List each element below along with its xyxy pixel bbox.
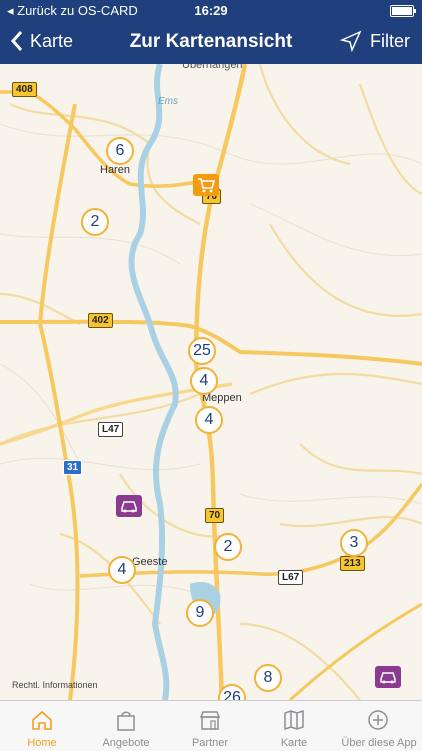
map-view[interactable]: Überhängen Haren Meppen Geeste Ems 408 7… bbox=[0, 64, 422, 700]
map-cluster[interactable]: 6 bbox=[106, 137, 134, 165]
store-icon bbox=[199, 711, 221, 730]
road-sign: 31 bbox=[63, 460, 83, 475]
map-cluster[interactable]: 2 bbox=[81, 208, 109, 236]
road-sign: L47 bbox=[98, 422, 124, 437]
tab-karte[interactable]: Karte bbox=[252, 701, 336, 751]
tab-home[interactable]: Home bbox=[0, 701, 84, 751]
filter-button[interactable]: Filter bbox=[340, 30, 410, 52]
map-cluster[interactable]: 3 bbox=[340, 529, 368, 557]
car-icon[interactable] bbox=[116, 495, 142, 517]
map-cluster[interactable]: 8 bbox=[254, 664, 282, 692]
tab-label: Angebote bbox=[102, 737, 150, 749]
place-label-uebersichtlich: Überhängen bbox=[182, 64, 243, 71]
place-label-haren: Haren bbox=[100, 164, 130, 176]
car-icon[interactable] bbox=[375, 666, 401, 688]
shopping-cart-icon[interactable] bbox=[193, 174, 219, 196]
status-bar: ◂ Zurück zu OS-CARD 16:29 bbox=[0, 0, 422, 22]
tab-label: Partner bbox=[191, 737, 229, 749]
tab-partner[interactable]: Partner bbox=[168, 701, 252, 751]
map-cluster[interactable]: 4 bbox=[108, 556, 136, 584]
navigation-bar: Karte Zur Kartenansicht Filter bbox=[0, 22, 422, 64]
tab-bar: Home Angebote Partner Karte Über diese A… bbox=[0, 700, 422, 751]
road-sign: 70 bbox=[205, 508, 225, 523]
place-label-geeste: Geeste bbox=[132, 556, 168, 568]
status-time: 16:29 bbox=[194, 3, 228, 18]
tab-angebote[interactable]: Angebote bbox=[84, 701, 168, 751]
road-sign: 408 bbox=[12, 82, 37, 97]
road-sign: 213 bbox=[340, 556, 365, 571]
river-label-ems: Ems bbox=[158, 96, 178, 107]
map-cluster[interactable]: 4 bbox=[195, 406, 223, 434]
tab-ueber-diese-app[interactable]: Über diese App bbox=[336, 701, 422, 751]
map-cluster[interactable]: 9 bbox=[186, 599, 214, 627]
map-cluster[interactable]: 4 bbox=[190, 367, 218, 395]
tab-label: Karte bbox=[280, 737, 308, 749]
shopping-bag-icon bbox=[117, 711, 135, 731]
map-icon bbox=[284, 709, 304, 731]
filter-button-label: Filter bbox=[370, 30, 410, 51]
road-sign: 402 bbox=[88, 313, 113, 328]
add-circle-icon bbox=[368, 710, 388, 730]
tab-label: Über diese App bbox=[341, 737, 417, 749]
tab-label: Home bbox=[27, 737, 57, 749]
location-arrow-icon bbox=[340, 30, 362, 52]
home-icon bbox=[32, 710, 52, 730]
road-sign: L67 bbox=[278, 570, 304, 585]
map-cluster[interactable]: 25 bbox=[188, 337, 216, 365]
map-cluster[interactable]: 2 bbox=[214, 533, 242, 561]
legal-information-link[interactable]: Rechtl. Informationen bbox=[12, 680, 98, 690]
battery-icon bbox=[390, 5, 416, 17]
